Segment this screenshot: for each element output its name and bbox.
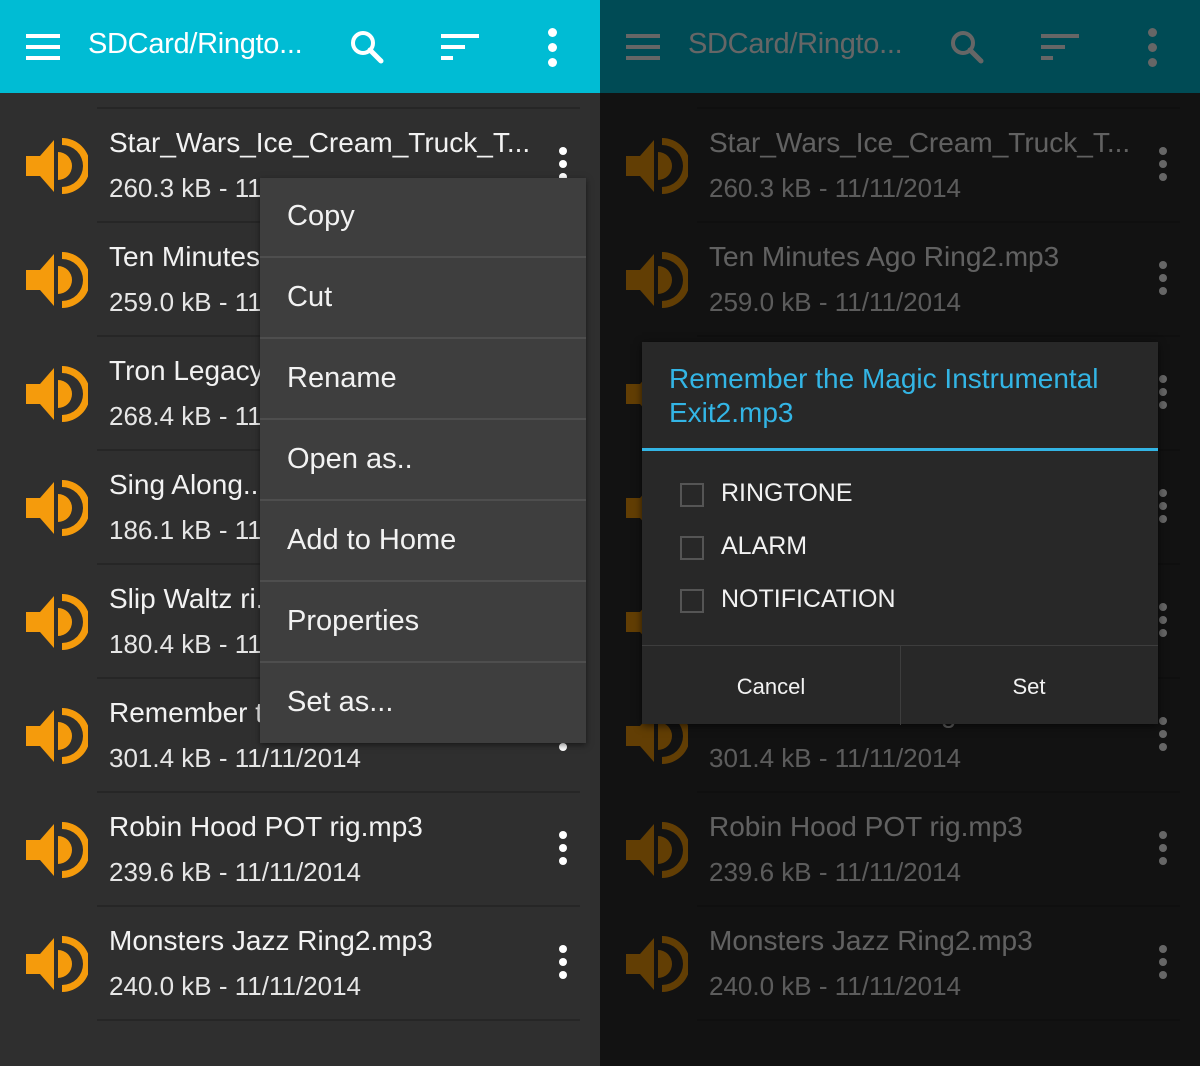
file-name: Monsters Jazz Ring2.mp3 [109,925,433,956]
app-bar: SDCard/Ringto... [0,0,600,93]
cancel-button[interactable]: Cancel [642,646,901,725]
set-label: Set [1012,674,1046,699]
file-name: Sing Along... [109,469,267,500]
menu-item-add-to-home[interactable]: Add to Home [260,502,586,582]
menu-icon[interactable] [26,34,60,60]
file-name: Star_Wars_Ice_Cream_Truck_T... [109,127,531,158]
audio-file-icon [26,366,88,422]
more-vert-icon[interactable] [555,945,571,981]
menu-item-label: Set as... [287,686,394,718]
file-name: Tron Legacy... [109,355,285,386]
audio-file-icon [26,822,88,878]
file-list-item[interactable]: Robin Hood POT rig.mp3 239.6 kB - 11/11/2… [0,793,600,907]
option-ringtone[interactable]: RINGTONE [680,477,1120,517]
file-name: Slip Waltz ri... [109,583,280,614]
file-meta: 301.4 kB - 11/11/2014 [109,743,362,773]
sort-icon[interactable] [441,34,479,62]
context-menu: Copy Cut Rename Open as.. Add to Home Pr… [260,178,586,743]
checkbox[interactable] [680,483,704,507]
menu-item-label: Properties [287,605,420,637]
audio-file-icon [26,936,88,992]
menu-item-copy[interactable]: Copy [260,178,586,258]
file-meta: 240.0 kB - 11/11/2014 [109,971,362,1001]
search-icon[interactable] [348,28,386,66]
audio-file-icon [26,480,88,536]
left-screen: 179.8 kB - 11/11/2014Star_Wars_Ice_Cream… [0,0,600,1066]
checkbox[interactable] [680,536,704,560]
set-as-dialog: Remember the Magic Instrumental Exit2.mp… [642,342,1158,725]
menu-item-label: Open as.. [287,443,413,475]
audio-file-icon [26,708,88,764]
audio-file-icon [26,252,88,308]
dialog-buttons: Cancel Set [642,645,1158,725]
path-title: SDCard/Ringto... [88,28,303,60]
file-meta: 239.6 kB - 11/11/2014 [109,857,362,887]
menu-item-properties[interactable]: Properties [260,583,586,663]
menu-item-label: Add to Home [287,524,457,556]
more-vert-icon[interactable] [555,831,571,867]
cancel-label: Cancel [736,674,806,699]
right-screen: 179.8 kB - 11/11/2014Star_Wars_Ice_Cream… [600,0,1200,1066]
menu-item-set-as[interactable]: Set as... [260,664,586,744]
option-label: NOTIFICATION [721,585,896,613]
divider [97,1019,580,1021]
menu-item-rename[interactable]: Rename [260,340,586,420]
file-list-item[interactable]: Monsters Jazz Ring2.mp3 240.0 kB - 11/11/… [0,907,600,1021]
checkbox[interactable] [680,589,704,613]
option-label: RINGTONE [721,479,853,507]
title-divider [642,448,1158,451]
option-label: ALARM [721,532,808,560]
audio-file-icon [26,594,88,650]
menu-item-label: Cut [287,281,333,313]
set-button[interactable]: Set [900,646,1158,725]
menu-item-open-as[interactable]: Open as.. [260,421,586,501]
option-alarm[interactable]: ALARM [680,530,1120,570]
menu-item-cut[interactable]: Cut [260,259,586,339]
audio-file-icon [26,138,88,194]
more-vert-icon[interactable] [545,28,561,68]
option-notification[interactable]: NOTIFICATION [680,583,1120,623]
menu-item-label: Rename [287,362,397,394]
menu-item-label: Copy [287,200,355,232]
file-name: Robin Hood POT rig.mp3 [109,811,423,842]
dialog-title: Remember the Magic Instrumental Exit2.mp… [669,363,1099,428]
